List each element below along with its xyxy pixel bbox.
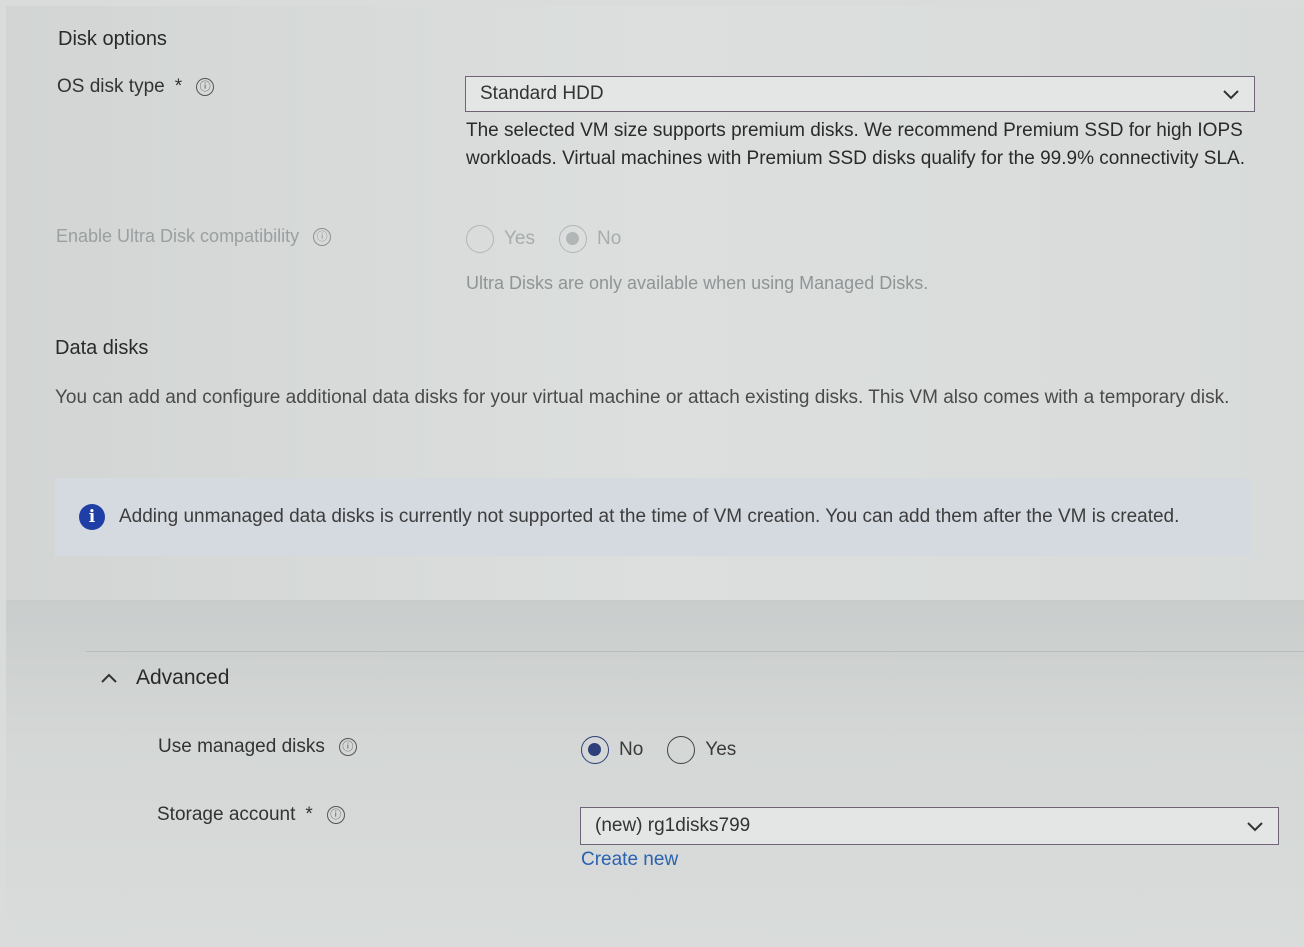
os-disk-type-label-text: OS disk type bbox=[57, 76, 165, 97]
data-disks-description: You can add and configure additional dat… bbox=[55, 387, 1230, 408]
ultra-disk-note: Ultra Disks are only available when usin… bbox=[466, 273, 929, 293]
ultra-disk-label: Enable Ultra Disk compatibility ⓘ bbox=[56, 226, 332, 247]
ultra-disk-yes-label: Yes bbox=[504, 228, 535, 249]
advanced-title: Advanced bbox=[136, 666, 230, 689]
advanced-expander[interactable]: Advanced bbox=[100, 666, 229, 690]
radio-circle bbox=[667, 736, 696, 764]
managed-disks-no-label: No bbox=[619, 739, 644, 760]
storage-account-label-text: Storage account bbox=[157, 804, 296, 825]
chevron-down-icon bbox=[1223, 90, 1239, 100]
storage-account-select[interactable]: (new) rg1disks799 bbox=[580, 807, 1279, 845]
os-disk-type-help: The selected VM size supports premium di… bbox=[466, 120, 1245, 169]
info-icon[interactable]: ⓘ bbox=[326, 806, 345, 824]
disk-options-title: Disk options bbox=[58, 28, 167, 50]
ultra-disk-no-radio[interactable]: No bbox=[559, 225, 621, 253]
divider bbox=[86, 651, 1304, 652]
managed-disks-label-text: Use managed disks bbox=[158, 736, 325, 757]
info-icon[interactable]: ⓘ bbox=[313, 227, 332, 246]
unmanaged-disks-banner: i Adding unmanaged data disks is current… bbox=[55, 478, 1251, 556]
page: Disk options OS disk type * ⓘ Standard HDD… bbox=[0, 0, 1304, 947]
storage-account-value: (new) rg1disks799 bbox=[595, 815, 751, 836]
managed-disks-no-radio[interactable]: No bbox=[581, 736, 643, 764]
os-disk-type-value: Standard HDD bbox=[480, 83, 604, 104]
required-mark: * bbox=[305, 804, 313, 825]
os-disk-type-label: OS disk type * ⓘ bbox=[57, 76, 215, 98]
radio-circle bbox=[581, 736, 609, 764]
managed-disks-yes-label: Yes bbox=[705, 739, 737, 760]
chevron-up-icon bbox=[101, 673, 117, 683]
managed-disks-radio-group: No Yes bbox=[581, 736, 748, 764]
managed-disks-yes-radio[interactable]: Yes bbox=[667, 736, 736, 764]
info-icon[interactable]: ⓘ bbox=[196, 78, 215, 96]
info-icon[interactable]: ⓘ bbox=[338, 738, 357, 756]
ultra-disk-no-label: No bbox=[597, 228, 622, 249]
required-mark: * bbox=[174, 76, 183, 97]
create-new-link[interactable]: Create new bbox=[581, 849, 678, 871]
chevron-down-icon bbox=[1247, 822, 1263, 832]
os-disk-type-select[interactable]: Standard HDD bbox=[465, 76, 1255, 112]
radio-circle bbox=[559, 225, 587, 253]
radio-circle bbox=[466, 225, 494, 253]
data-disks-title: Data disks bbox=[55, 337, 149, 359]
ultra-disk-label-text: Enable Ultra Disk compatibility bbox=[56, 226, 300, 246]
storage-account-label: Storage account * ⓘ bbox=[157, 804, 345, 826]
ultra-disk-yes-radio[interactable]: Yes bbox=[466, 225, 535, 253]
ultra-disk-radio-group: Yes No bbox=[466, 225, 633, 253]
advanced-panel bbox=[6, 600, 1304, 947]
banner-text: Adding unmanaged data disks is currently… bbox=[119, 506, 1180, 527]
managed-disks-label: Use managed disks ⓘ bbox=[158, 736, 357, 758]
info-circle-icon: i bbox=[79, 504, 105, 530]
